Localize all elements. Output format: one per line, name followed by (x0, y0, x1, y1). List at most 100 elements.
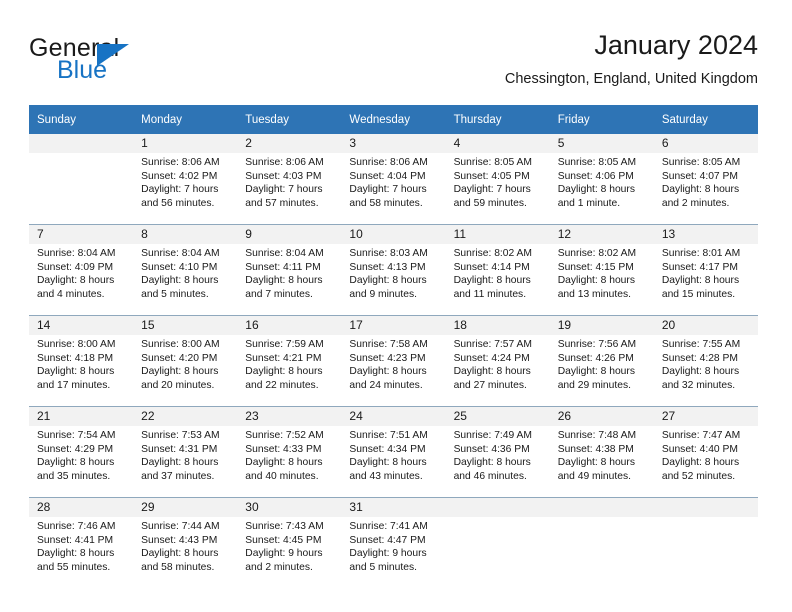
calendar-day-cell-empty (653, 497, 758, 588)
day-detail-line: Sunrise: 8:02 AM (557, 248, 637, 259)
day-details: Sunrise: 8:04 AM Sunset: 4:10 PM Daylight:… (133, 244, 237, 301)
calendar-day-cell[interactable]: 4 Sunrise: 8:05 AM Sunset: 4:05 PM Daylight… (445, 134, 550, 225)
day-number: 20 (653, 316, 758, 335)
calendar-day-cell[interactable]: 25 Sunrise: 7:49 AM Sunset: 4:36 PM Dayligh… (445, 406, 550, 498)
day-details: Sunrise: 8:06 AM Sunset: 4:03 PM Daylight:… (237, 153, 341, 210)
calendar-day-cell[interactable]: 18 Sunrise: 7:57 AM Sunset: 4:24 PM Dayligh… (445, 315, 550, 407)
day-detail-line: Sunrise: 7:59 AM (245, 339, 324, 350)
day-number: 19 (549, 316, 654, 335)
calendar-day-cell[interactable]: 1 Sunrise: 8:06 AM Sunset: 4:02 PM Daylight… (133, 134, 238, 225)
calendar-day-cell[interactable]: 24 Sunrise: 7:51 AM Sunset: 4:34 PM Dayligh… (341, 406, 446, 498)
calendar-day-cell[interactable]: 30 Sunrise: 7:43 AM Sunset: 4:45 PM Dayligh… (237, 497, 342, 588)
calendar-day-cell[interactable]: 14 Sunrise: 8:00 AM Sunset: 4:18 PM Dayligh… (29, 315, 134, 407)
day-detail-line: Sunrise: 7:51 AM (349, 430, 428, 441)
calendar-day-cell[interactable]: 23 Sunrise: 7:52 AM Sunset: 4:33 PM Dayligh… (237, 406, 342, 498)
calendar-day-cell[interactable]: 2 Sunrise: 8:06 AM Sunset: 4:03 PM Daylight… (237, 134, 342, 225)
calendar-day-cell[interactable]: 13 Sunrise: 8:01 AM Sunset: 4:17 PM Dayligh… (653, 224, 758, 316)
day-details: Sunrise: 7:53 AM Sunset: 4:31 PM Daylight:… (133, 426, 237, 483)
calendar-day-cell[interactable]: 15 Sunrise: 8:00 AM Sunset: 4:20 PM Dayligh… (133, 315, 238, 407)
calendar-day-cell[interactable]: 11 Sunrise: 8:02 AM Sunset: 4:14 PM Dayligh… (445, 224, 550, 316)
day-detail-line: Daylight: 8 hours (349, 275, 427, 287)
calendar-day-cell[interactable]: 27 Sunrise: 7:47 AM Sunset: 4:40 PM Dayligh… (653, 406, 758, 498)
day-detail-line: Daylight: 7 hours (141, 184, 219, 196)
day-number: 4 (445, 134, 550, 153)
day-cell-inner: 23 Sunrise: 7:52 AM Sunset: 4:33 PM Dayligh… (237, 407, 342, 497)
day-number: 18 (445, 316, 550, 335)
day-details: Sunrise: 8:02 AM Sunset: 4:15 PM Daylight:… (550, 244, 654, 301)
day-number: 9 (237, 225, 342, 244)
calendar-day-cell[interactable]: 5 Sunrise: 8:05 AM Sunset: 4:06 PM Daylight… (549, 134, 654, 225)
day-number: 11 (445, 225, 550, 244)
day-cell-inner: 7 Sunrise: 8:04 AM Sunset: 4:09 PM Daylight… (29, 225, 134, 315)
day-cell-inner: 29 Sunrise: 7:44 AM Sunset: 4:43 PM Dayligh… (133, 498, 238, 588)
day-detail-line: Daylight: 8 hours (661, 275, 740, 287)
calendar-day-cell[interactable]: 19 Sunrise: 7:56 AM Sunset: 4:26 PM Dayligh… (549, 315, 654, 407)
page-title: January 2024 (594, 30, 758, 60)
weekday-header-row: Sunday Monday Tuesday Wednesday Thursday… (29, 105, 758, 134)
day-detail-line: Sunset: 4:45 PM (245, 534, 322, 546)
day-details: Sunrise: 8:06 AM Sunset: 4:04 PM Daylight:… (341, 153, 445, 210)
day-detail-line: Daylight: 8 hours (453, 275, 531, 287)
day-detail-line: Sunrise: 7:47 AM (661, 430, 741, 441)
day-detail-line: Daylight: 8 hours (245, 457, 323, 469)
day-details: Sunrise: 7:52 AM Sunset: 4:33 PM Daylight:… (237, 426, 341, 483)
day-detail-line: Sunrise: 7:49 AM (453, 430, 532, 441)
day-detail-line: Daylight: 8 hours (349, 366, 427, 378)
day-number: 12 (549, 225, 654, 244)
day-number: 15 (133, 316, 238, 335)
day-details: Sunrise: 8:05 AM Sunset: 4:07 PM Daylight:… (654, 153, 758, 210)
day-detail-line: Daylight: 8 hours (557, 457, 635, 469)
calendar-week-row: 28 Sunrise: 7:46 AM Sunset: 4:41 PM Dayligh… (29, 497, 758, 588)
calendar-day-cell[interactable]: 22 Sunrise: 7:53 AM Sunset: 4:31 PM Dayligh… (133, 406, 238, 498)
calendar-day-cell[interactable]: 26 Sunrise: 7:48 AM Sunset: 4:38 PM Dayligh… (549, 406, 654, 498)
calendar-day-cell[interactable]: 9 Sunrise: 8:04 AM Sunset: 4:11 PM Daylight… (237, 224, 342, 316)
day-detail-line: Sunrise: 7:44 AM (141, 521, 220, 532)
day-detail-line: Sunrise: 7:58 AM (349, 339, 428, 350)
day-detail-line: Sunset: 4:06 PM (557, 170, 634, 182)
day-detail-line: Daylight: 8 hours (557, 366, 635, 378)
day-detail-line: and 20 minutes. (141, 379, 215, 391)
calendar-day-cell[interactable]: 16 Sunrise: 7:59 AM Sunset: 4:21 PM Dayligh… (237, 315, 342, 407)
calendar-week-row: 1 Sunrise: 8:06 AM Sunset: 4:02 PM Daylight… (29, 134, 758, 225)
day-detail-line: Sunset: 4:11 PM (245, 261, 321, 273)
day-detail-line: and 55 minutes. (37, 561, 111, 573)
calendar-day-cell[interactable]: 17 Sunrise: 7:58 AM Sunset: 4:23 PM Dayligh… (341, 315, 446, 407)
calendar-day-cell[interactable]: 31 Sunrise: 7:41 AM Sunset: 4:47 PM Dayligh… (341, 497, 446, 588)
day-details: Sunrise: 7:47 AM Sunset: 4:40 PM Daylight:… (654, 426, 758, 483)
day-detail-line: and 24 minutes. (349, 379, 423, 391)
day-details: Sunrise: 7:56 AM Sunset: 4:26 PM Daylight:… (550, 335, 654, 392)
calendar-day-cell[interactable]: 6 Sunrise: 8:05 AM Sunset: 4:07 PM Daylight… (653, 134, 758, 225)
day-detail-line: Sunset: 4:23 PM (349, 352, 426, 364)
day-detail-line: Sunset: 4:29 PM (37, 443, 114, 455)
day-detail-line: Sunset: 4:15 PM (557, 261, 634, 273)
calendar-day-cell[interactable]: 20 Sunrise: 7:55 AM Sunset: 4:28 PM Dayligh… (653, 315, 758, 407)
day-detail-line: Daylight: 8 hours (37, 457, 115, 469)
day-number: 28 (29, 498, 134, 517)
day-number: 7 (29, 225, 134, 244)
day-details: Sunrise: 7:44 AM Sunset: 4:43 PM Daylight:… (133, 517, 237, 574)
calendar-day-cell[interactable]: 8 Sunrise: 8:04 AM Sunset: 4:10 PM Daylight… (133, 224, 238, 316)
day-detail-line: Daylight: 7 hours (453, 184, 531, 196)
day-detail-line: Daylight: 8 hours (661, 457, 740, 469)
calendar-day-cell[interactable]: 12 Sunrise: 8:02 AM Sunset: 4:15 PM Dayligh… (549, 224, 654, 316)
calendar-day-cell[interactable]: 7 Sunrise: 8:04 AM Sunset: 4:09 PM Daylight… (29, 224, 134, 316)
day-cell-inner: 16 Sunrise: 7:59 AM Sunset: 4:21 PM Dayligh… (237, 316, 342, 406)
day-detail-line: Sunset: 4:02 PM (141, 170, 218, 182)
calendar-day-cell[interactable]: 29 Sunrise: 7:44 AM Sunset: 4:43 PM Dayligh… (133, 497, 238, 588)
day-cell-inner: 4 Sunrise: 8:05 AM Sunset: 4:05 PM Daylight… (445, 134, 550, 224)
weekday-header-tuesday: Tuesday (237, 105, 342, 134)
day-cell-inner: 17 Sunrise: 7:58 AM Sunset: 4:23 PM Dayligh… (341, 316, 446, 406)
day-detail-line: Daylight: 8 hours (37, 275, 115, 287)
day-cell-inner: 15 Sunrise: 8:00 AM Sunset: 4:20 PM Dayligh… (133, 316, 238, 406)
day-detail-line: and 58 minutes. (349, 197, 423, 209)
calendar-day-cell[interactable]: 3 Sunrise: 8:06 AM Sunset: 4:04 PM Daylight… (341, 134, 446, 225)
calendar-day-cell[interactable]: 28 Sunrise: 7:46 AM Sunset: 4:41 PM Dayligh… (29, 497, 134, 588)
calendar-day-cell[interactable]: 21 Sunrise: 7:54 AM Sunset: 4:29 PM Dayligh… (29, 406, 134, 498)
day-detail-line: and 27 minutes. (453, 379, 527, 391)
day-number: 24 (341, 407, 446, 426)
day-details: Sunrise: 7:49 AM Sunset: 4:36 PM Daylight:… (446, 426, 550, 483)
day-detail-line: Daylight: 7 hours (245, 184, 323, 196)
calendar-day-cell[interactable]: 10 Sunrise: 8:03 AM Sunset: 4:13 PM Dayligh… (341, 224, 446, 316)
day-detail-line: and 5 minutes. (349, 561, 417, 573)
day-number: 23 (237, 407, 342, 426)
